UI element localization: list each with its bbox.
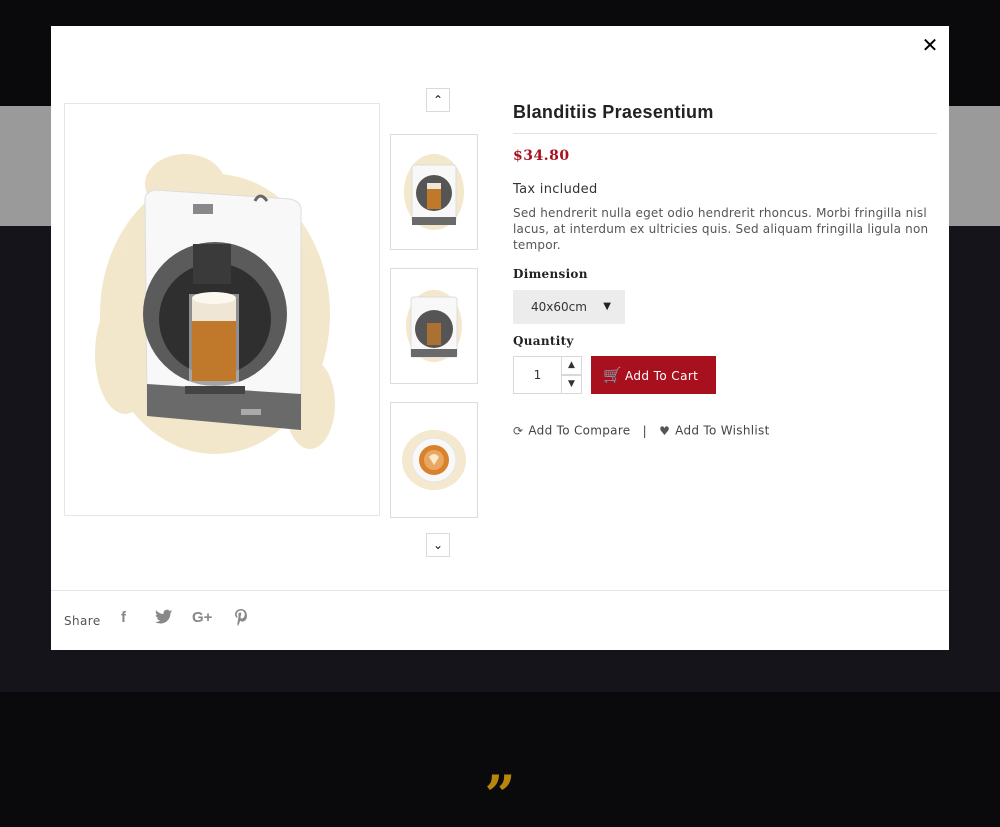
- quote-icon: ”: [484, 763, 516, 827]
- google-plus-icon[interactable]: G+: [192, 609, 212, 626]
- thumbnail-2[interactable]: [390, 268, 478, 384]
- thumbnail-3[interactable]: [390, 402, 478, 518]
- add-to-wishlist-link[interactable]: Add To Wishlist: [675, 424, 769, 438]
- product-description: Sed hendrerit nulla eget odio hendrerit …: [513, 206, 929, 252]
- thumbnail-1[interactable]: [390, 134, 478, 250]
- product-info: Blanditiis Praesentium $34.80 Tax includ…: [513, 102, 937, 438]
- twitter-icon[interactable]: [155, 609, 173, 629]
- dimension-label: Dimension: [513, 267, 588, 281]
- dimension-select[interactable]: 40x60cm ▼: [513, 290, 625, 324]
- pinterest-icon[interactable]: [234, 609, 248, 630]
- product-actions: ⟳ Add To Compare | ♥ Add To Wishlist: [513, 423, 937, 438]
- add-to-cart-label: Add To Cart: [625, 369, 699, 383]
- main-product-image: [64, 103, 380, 516]
- facebook-icon[interactable]: f: [121, 609, 126, 626]
- add-to-cart-button[interactable]: 🛒 Add To Cart: [591, 356, 716, 394]
- share-footer: Share f G+: [51, 590, 949, 651]
- add-to-compare-link[interactable]: Add To Compare: [528, 424, 630, 438]
- thumbnail-up-arrow-icon[interactable]: ⌃: [426, 88, 450, 112]
- dimension-value: 40x60cm: [531, 300, 587, 314]
- quantity-input[interactable]: 1: [513, 356, 562, 394]
- refresh-icon: ⟳: [513, 423, 524, 438]
- heart-icon: ♥: [659, 423, 671, 438]
- caret-down-icon: ▼: [603, 301, 611, 312]
- quantity-increase-icon[interactable]: ▲: [561, 356, 582, 375]
- action-separator: |: [642, 423, 647, 438]
- thumbnail-down-arrow-icon[interactable]: ⌄: [426, 533, 450, 557]
- close-icon[interactable]: ✕: [919, 34, 941, 56]
- tax-note: Tax included: [513, 182, 598, 197]
- cart-icon: 🛒: [603, 366, 623, 384]
- quantity-label: Quantity: [513, 334, 574, 348]
- share-label: Share: [64, 614, 101, 628]
- add-to-cart-row: 1 ▲ ▼ 🛒 Add To Cart: [513, 356, 937, 394]
- product-title: Blanditiis Praesentium: [513, 102, 937, 134]
- product-price: $34.80: [513, 148, 570, 164]
- quantity-decrease-icon[interactable]: ▼: [561, 375, 582, 394]
- quickview-modal: ✕ ⌃ ⌄ Blanditiis Praesentium $34.80 Tax …: [51, 26, 949, 650]
